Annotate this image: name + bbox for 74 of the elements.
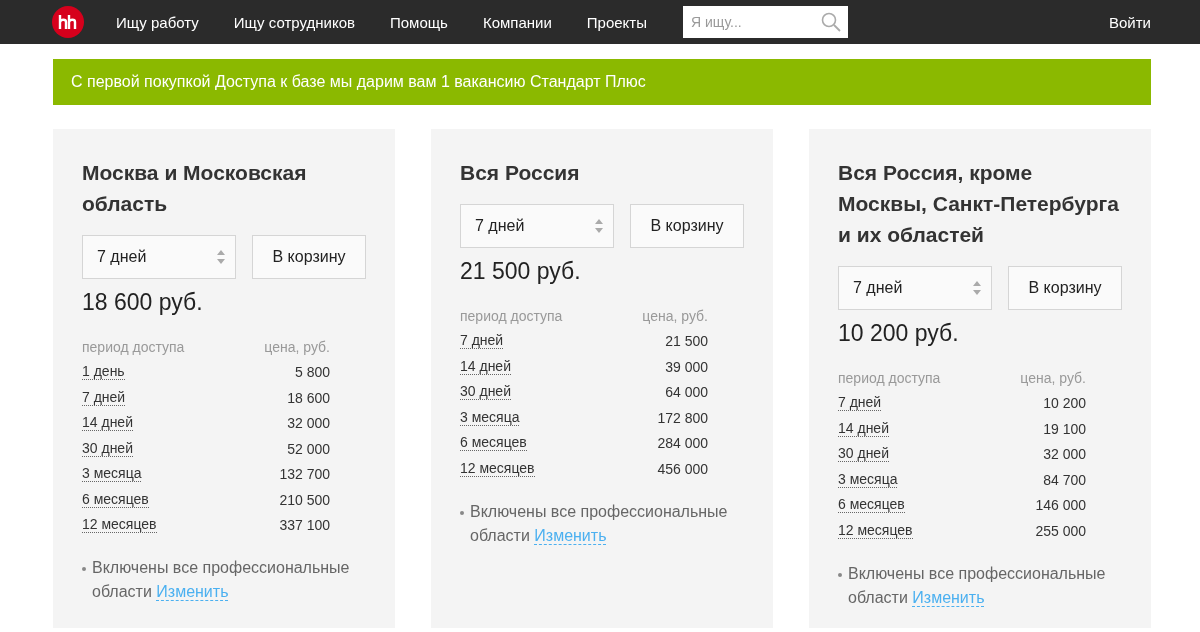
column-header: цена, руб.: [264, 338, 330, 355]
login-link[interactable]: Войти: [1109, 13, 1151, 31]
search-field[interactable]: Я ищу...: [683, 6, 848, 38]
note-text: Включены все профессиональные области Изменить: [848, 563, 1107, 609]
region-title: Вся Россия: [460, 160, 581, 186]
note-text: Включены все профессиональные области Изменить: [470, 501, 729, 547]
price: 21 500 руб.: [460, 258, 582, 285]
price-value: 21 500: [665, 333, 708, 350]
column-header: цена, руб.: [1020, 369, 1086, 386]
price-value: 10 200: [1043, 395, 1086, 412]
period-link[interactable]: 1 день: [82, 364, 125, 381]
promo-banner: С первой покупкой Доступа к базе мы дарим вам 1 вакансию Стандарт Плюс: [53, 59, 1151, 105]
nav-link[interactable]: Ищу сотрудников: [233, 13, 355, 31]
period-link[interactable]: 30 дней: [460, 384, 511, 401]
price-value: 64 000: [665, 384, 708, 401]
column-header: период доступа: [82, 338, 185, 355]
price-value: 5 800: [294, 364, 330, 381]
bullet-icon: [838, 572, 842, 577]
period-link[interactable]: 3 месяца: [460, 409, 520, 426]
nav-link[interactable]: Помощь: [389, 13, 448, 31]
column-header: период доступа: [838, 369, 941, 386]
period-select[interactable]: 7 дней: [82, 235, 236, 279]
region-title: Москва и Московская область: [82, 160, 308, 217]
period-link[interactable]: 14 дней: [82, 415, 133, 432]
period-link[interactable]: 6 месяцев: [838, 497, 905, 514]
bullet-icon: [82, 567, 86, 571]
price-value: 18 600: [287, 389, 330, 406]
price-value: 132 700: [279, 466, 330, 483]
nav-link[interactable]: Ищу работу: [116, 13, 199, 31]
column-header: период доступа: [460, 307, 563, 324]
period-link[interactable]: 7 дней: [838, 395, 882, 412]
price-value: 456 000: [657, 460, 708, 477]
period-link[interactable]: 14 дней: [460, 358, 511, 375]
price-value: 52 000: [287, 440, 330, 457]
period-link[interactable]: 3 месяца: [838, 471, 898, 488]
price-value: 32 000: [287, 415, 330, 432]
note-text: Включены все профессиональные области Изменить: [92, 558, 351, 603]
spinner-arrows-icon: [217, 249, 225, 265]
period-link[interactable]: 3 месяца: [82, 466, 142, 483]
price-value: 39 000: [665, 358, 708, 375]
period-link[interactable]: 30 дней: [838, 446, 889, 463]
period-link[interactable]: 6 месяцев: [460, 435, 527, 452]
price-value: 255 000: [1035, 522, 1086, 539]
add-to-cart-button[interactable]: В корзину: [1008, 266, 1122, 310]
period-link[interactable]: 14 дней: [838, 420, 889, 437]
price-value: 84 700: [1043, 471, 1086, 488]
region-title: Вся Россия, кроме Москвы, Санкт-Петербурга и их областей: [838, 160, 1120, 248]
period-link[interactable]: 7 дней: [460, 333, 504, 350]
period-link[interactable]: 12 месяцев: [82, 517, 157, 534]
period-link[interactable]: 7 дней: [82, 389, 126, 406]
spinner-arrows-icon: [973, 280, 981, 296]
spinner-arrows-icon: [595, 218, 603, 234]
period-link[interactable]: 12 месяцев: [460, 460, 535, 477]
price-value: 32 000: [1043, 446, 1086, 463]
nav-link[interactable]: Компании: [482, 13, 552, 31]
period-select[interactable]: 7 дней: [838, 266, 992, 310]
price-value: 146 000: [1035, 497, 1086, 514]
price-value: 284 000: [657, 435, 708, 452]
price: 18 600 руб.: [82, 289, 204, 316]
bullet-icon: [460, 510, 464, 515]
price: 10 200 руб.: [838, 320, 960, 347]
nav-link[interactable]: Проекты: [586, 13, 647, 31]
add-to-cart-button[interactable]: В корзину: [252, 235, 366, 279]
logo-icon[interactable]: [52, 6, 84, 38]
price-value: 19 100: [1043, 420, 1086, 437]
period-link[interactable]: 12 месяцев: [838, 522, 913, 539]
price-value: 172 800: [657, 409, 708, 426]
period-link[interactable]: 6 месяцев: [82, 491, 149, 508]
price-value: 337 100: [279, 517, 330, 534]
price-value: 210 500: [279, 491, 330, 508]
period-link[interactable]: 30 дней: [82, 440, 133, 457]
period-select[interactable]: 7 дней: [460, 204, 614, 248]
add-to-cart-button[interactable]: В корзину: [630, 204, 744, 248]
column-header: цена, руб.: [642, 307, 708, 324]
